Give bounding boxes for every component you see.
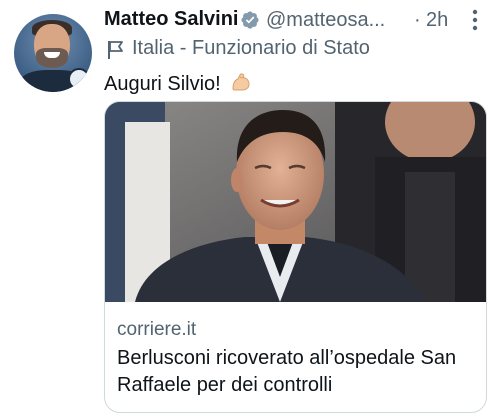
card-title[interactable]: Berlusconi ricoverato all’ospedale San R… [117, 345, 477, 399]
timestamp[interactable]: 2h [426, 9, 448, 32]
link-preview-card[interactable]: corriere.it Berlusconi ricoverato all’os… [104, 101, 487, 413]
separator-dot: · [414, 9, 421, 31]
flexed-biceps-emoji [232, 73, 250, 91]
verified-badge-icon[interactable] [240, 10, 260, 30]
author-handle[interactable]: @matteosa... [266, 9, 385, 32]
tweet-text: Auguri Silvio! [104, 71, 252, 96]
tweet-text-content: Auguri Silvio! [104, 73, 221, 95]
more-options-icon[interactable] [471, 8, 479, 32]
avatar[interactable] [14, 14, 92, 92]
article-photo[interactable] [105, 102, 486, 302]
government-flag-icon [108, 41, 123, 59]
author-name[interactable]: Matteo Salvini [104, 8, 238, 31]
tweet[interactable]: Matteo Salvini @matteosa... · 2h Italia … [0, 0, 489, 413]
avatar-beard [36, 48, 68, 68]
avatar-pin-badge [68, 68, 90, 90]
account-label[interactable]: Italia - Funzionario di Stato [132, 37, 370, 60]
card-domain[interactable]: corriere.it [117, 319, 196, 341]
article-photo-image [105, 102, 486, 302]
